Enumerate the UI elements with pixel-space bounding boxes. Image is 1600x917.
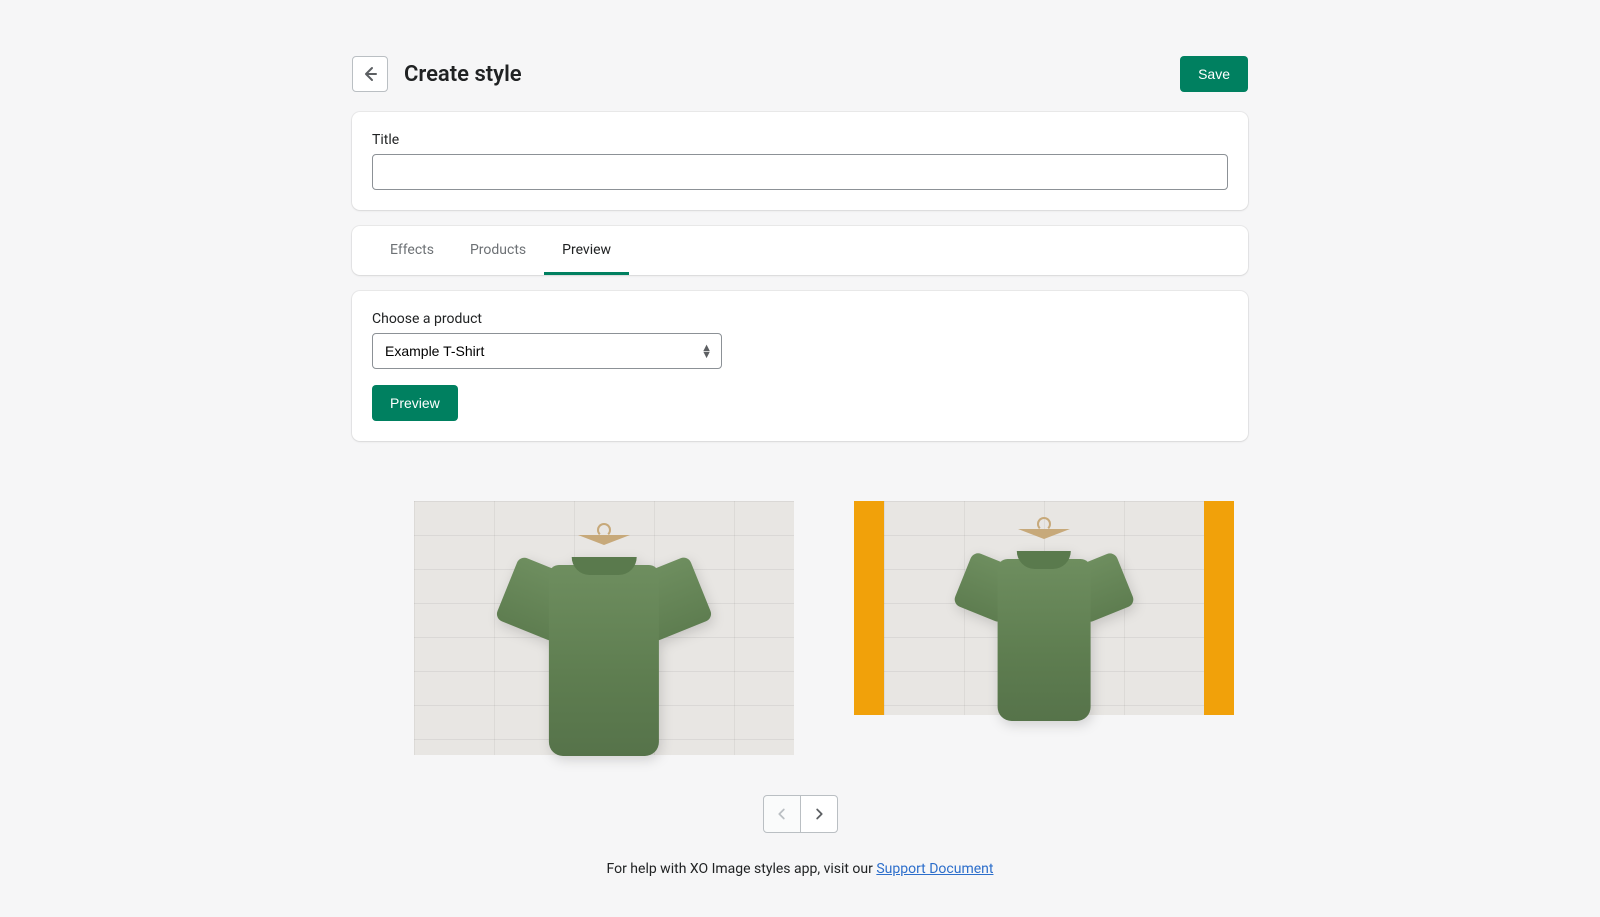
title-input[interactable] (372, 154, 1228, 190)
tabs: Effects Products Preview (352, 226, 1248, 275)
preview-images (352, 457, 1248, 755)
tab-effects[interactable]: Effects (372, 226, 452, 275)
hanger-icon (578, 529, 630, 547)
help-prefix: For help with XO Image styles app, visit… (607, 861, 877, 877)
title-label: Title (372, 132, 1228, 148)
chevron-left-icon (773, 805, 791, 823)
support-document-link[interactable]: Support Document (876, 861, 993, 877)
help-text: For help with XO Image styles app, visit… (352, 861, 1248, 877)
preview-button[interactable]: Preview (372, 385, 458, 421)
chevron-right-icon (810, 805, 828, 823)
prev-page-button (763, 795, 801, 833)
original-image (414, 501, 794, 755)
tshirt-icon (509, 547, 699, 772)
tshirt-icon (964, 541, 1124, 731)
tab-preview[interactable]: Preview (544, 226, 629, 275)
back-button[interactable] (352, 56, 388, 92)
tab-products[interactable]: Products (452, 226, 544, 275)
hanger-icon (1018, 523, 1070, 541)
next-page-button[interactable] (800, 795, 838, 833)
product-select[interactable]: Example T-Shirt (372, 333, 722, 369)
save-button[interactable]: Save (1180, 56, 1248, 92)
styled-image (854, 501, 1234, 755)
pagination (352, 795, 1248, 833)
page-title: Create style (404, 62, 1180, 87)
choose-product-label: Choose a product (372, 311, 1228, 327)
arrow-left-icon (360, 64, 380, 84)
